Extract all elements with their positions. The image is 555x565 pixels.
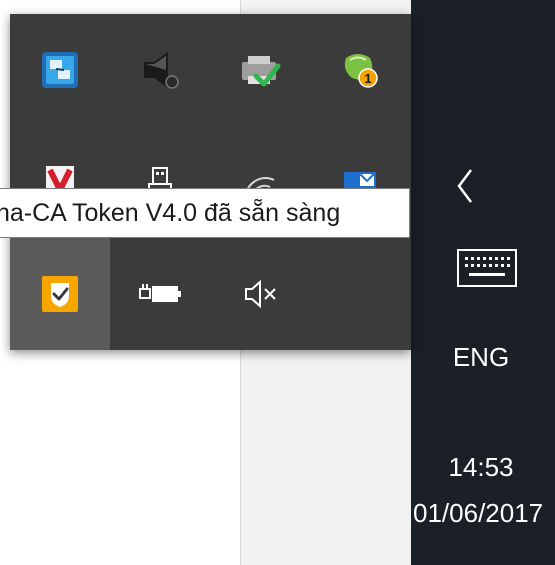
tooltip-text: na-CA Token V4.0 đã sẵn sàng	[0, 198, 341, 227]
volume-muted-icon[interactable]	[210, 238, 310, 350]
security-shield-icon[interactable]	[10, 238, 110, 350]
battery-charging-icon[interactable]	[110, 238, 210, 350]
clock-time[interactable]: 14:53	[411, 452, 551, 483]
language-indicator[interactable]: ENG	[411, 342, 551, 373]
printer-check-icon[interactable]	[210, 14, 310, 126]
speaker-app-icon[interactable]	[110, 14, 210, 126]
clock-date[interactable]: 01/06/2017	[413, 498, 555, 529]
network-monitor-icon[interactable]	[10, 14, 110, 126]
notification-overflow-tray: 1	[10, 14, 411, 350]
chevron-left-icon[interactable]	[447, 162, 487, 210]
tray-icon-tooltip: na-CA Token V4.0 đã sẵn sàng	[0, 188, 410, 238]
taskbar: ENG 14:53 01/06/2017	[411, 0, 555, 565]
svg-text:1: 1	[364, 71, 371, 86]
touch-keyboard-icon[interactable]	[457, 249, 517, 287]
notification-badge-icon[interactable]: 1	[310, 14, 410, 126]
